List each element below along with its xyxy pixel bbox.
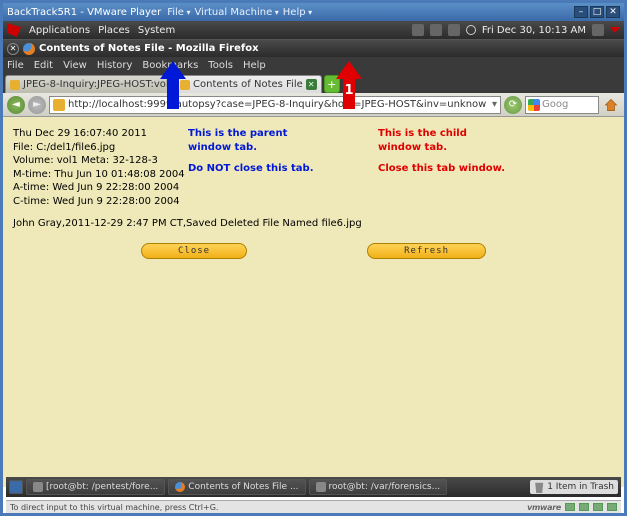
show-desktop-button[interactable] <box>9 480 23 494</box>
gnome-menu-system[interactable]: System <box>138 25 175 36</box>
forward-button[interactable]: ► <box>28 96 46 114</box>
vmware-menu-vm[interactable]: Virtual Machine <box>195 7 279 18</box>
tab-label: Contents of Notes File <box>193 79 303 90</box>
ff-menu-help[interactable]: Help <box>243 60 266 71</box>
vmware-title-bar: BackTrack5R1 - VMware Player File Virtua… <box>3 3 624 21</box>
vmware-device-icon[interactable] <box>579 503 589 511</box>
home-button[interactable] <box>602 96 620 114</box>
vmware-status-bar: To direct input to this virtual machine,… <box>6 500 621 513</box>
annotation-red-arrow-icon: 1 <box>336 61 362 117</box>
vmware-menu-help[interactable]: Help <box>283 7 312 18</box>
trash-icon <box>534 481 544 493</box>
search-box[interactable]: Goog <box>525 96 599 114</box>
tray-icon[interactable] <box>412 24 424 36</box>
vmware-menu-file[interactable]: File <box>167 7 190 18</box>
gnome-clock[interactable]: Fri Dec 30, 10:13 AM <box>482 25 586 36</box>
vmware-device-icon[interactable] <box>607 503 617 511</box>
power-icon[interactable] <box>610 27 620 33</box>
volume-icon[interactable] <box>592 24 604 36</box>
google-icon <box>528 99 540 111</box>
taskbar-item-terminal[interactable]: root@bt: /var/forensics... <box>309 479 448 495</box>
ff-menu-edit[interactable]: Edit <box>34 60 53 71</box>
vmware-logo: vmware <box>527 503 561 512</box>
terminal-icon <box>316 482 326 492</box>
tray-icon[interactable] <box>430 24 442 36</box>
taskbar-label: Contents of Notes File ... <box>188 482 298 492</box>
firefox-icon <box>23 43 35 55</box>
trash-label: 1 Item in Trash <box>547 482 614 492</box>
gnome-menu-places[interactable]: Places <box>98 25 130 36</box>
ff-menu-view[interactable]: View <box>63 60 87 71</box>
clock-icon <box>466 25 476 35</box>
note-log-line: John Gray,2011-12-29 2:47 PM CT,Saved De… <box>13 218 614 229</box>
url-bar[interactable]: http://localhost:9999/autopsy?case=JPEG-… <box>49 96 501 114</box>
vmware-menu: File Virtual Machine Help <box>167 7 312 18</box>
vmware-title: BackTrack5R1 - VMware Player <box>7 7 161 18</box>
taskbar-item-terminal[interactable]: [root@bt: /pentest/fore... <box>26 479 165 495</box>
backtrack-logo-icon[interactable] <box>7 23 21 37</box>
tray-icon[interactable] <box>448 24 460 36</box>
ff-menu-file[interactable]: File <box>7 60 24 71</box>
dropdown-icon[interactable]: ▾ <box>492 99 497 110</box>
meta-line: C-time: Wed Jun 9 22:28:00 2004 <box>13 195 614 209</box>
firefox-window-title-bar: ✕ Contents of Notes File - Mozilla Firef… <box>3 39 624 57</box>
firefox-menu-bar: File Edit View History Bookmarks Tools H… <box>3 57 624 73</box>
annotation-blue-text: This is the parent window tab. Do NOT cl… <box>188 127 314 176</box>
meta-line: A-time: Wed Jun 9 22:28:00 2004 <box>13 181 614 195</box>
firefox-window-title: Contents of Notes File - Mozilla Firefox <box>39 43 259 54</box>
terminal-icon <box>33 482 43 492</box>
vmware-device-icon[interactable] <box>593 503 603 511</box>
vmware-device-icon[interactable] <box>565 503 575 511</box>
gnome-bottom-panel: [root@bt: /pentest/fore... Contents of N… <box>6 477 621 497</box>
vmware-minimize-button[interactable]: – <box>574 6 588 18</box>
annotation-red-number: 1 <box>336 83 362 98</box>
gnome-menu-applications[interactable]: Applications <box>29 25 90 36</box>
taskbar-item-firefox[interactable]: Contents of Notes File ... <box>168 479 305 495</box>
firefox-window-close-button[interactable]: ✕ <box>7 43 19 55</box>
ff-menu-history[interactable]: History <box>97 60 133 71</box>
annotation-red-text: This is the child window tab. Close this… <box>378 127 505 176</box>
search-placeholder: Goog <box>542 99 568 110</box>
url-text: http://localhost:9999/autopsy?case=JPEG-… <box>68 99 492 110</box>
tab-close-button[interactable]: ✕ <box>306 79 317 90</box>
tab-child[interactable]: Contents of Notes File ✕ <box>175 75 322 93</box>
back-button[interactable]: ◄ <box>7 96 25 114</box>
gnome-top-panel: Applications Places System Fri Dec 30, 1… <box>3 21 624 39</box>
refresh-button[interactable]: Refresh <box>367 243 486 259</box>
url-favicon-icon <box>53 99 65 111</box>
tab-favicon-icon <box>10 80 20 90</box>
taskbar-label: [root@bt: /pentest/fore... <box>46 482 158 492</box>
ff-menu-tools[interactable]: Tools <box>208 60 233 71</box>
firefox-nav-toolbar: ◄ ► http://localhost:9999/autopsy?case=J… <box>3 93 624 117</box>
close-button[interactable]: Close <box>141 243 247 259</box>
page-content: Thu Dec 29 16:07:40 2011 File: C:/del1/f… <box>3 117 624 487</box>
vmware-status-text: To direct input to this virtual machine,… <box>10 503 218 512</box>
tab-parent[interactable]: JPEG-8-Inquiry:JPEG-HOST:vol1 ✕ <box>5 75 175 93</box>
trash-applet[interactable]: 1 Item in Trash <box>530 480 618 494</box>
vmware-maximize-button[interactable]: □ <box>590 6 604 18</box>
taskbar-label: root@bt: /var/forensics... <box>329 482 441 492</box>
firefox-icon <box>175 482 185 492</box>
firefox-tab-strip: JPEG-8-Inquiry:JPEG-HOST:vol1 ✕ Contents… <box>3 73 624 93</box>
tab-label: JPEG-8-Inquiry:JPEG-HOST:vol1 <box>23 79 175 90</box>
annotation-blue-arrow-icon <box>160 61 186 117</box>
vmware-window-controls: – □ ✕ <box>574 6 620 18</box>
vmware-close-button[interactable]: ✕ <box>606 6 620 18</box>
reload-button[interactable]: ⟳ <box>504 96 522 114</box>
